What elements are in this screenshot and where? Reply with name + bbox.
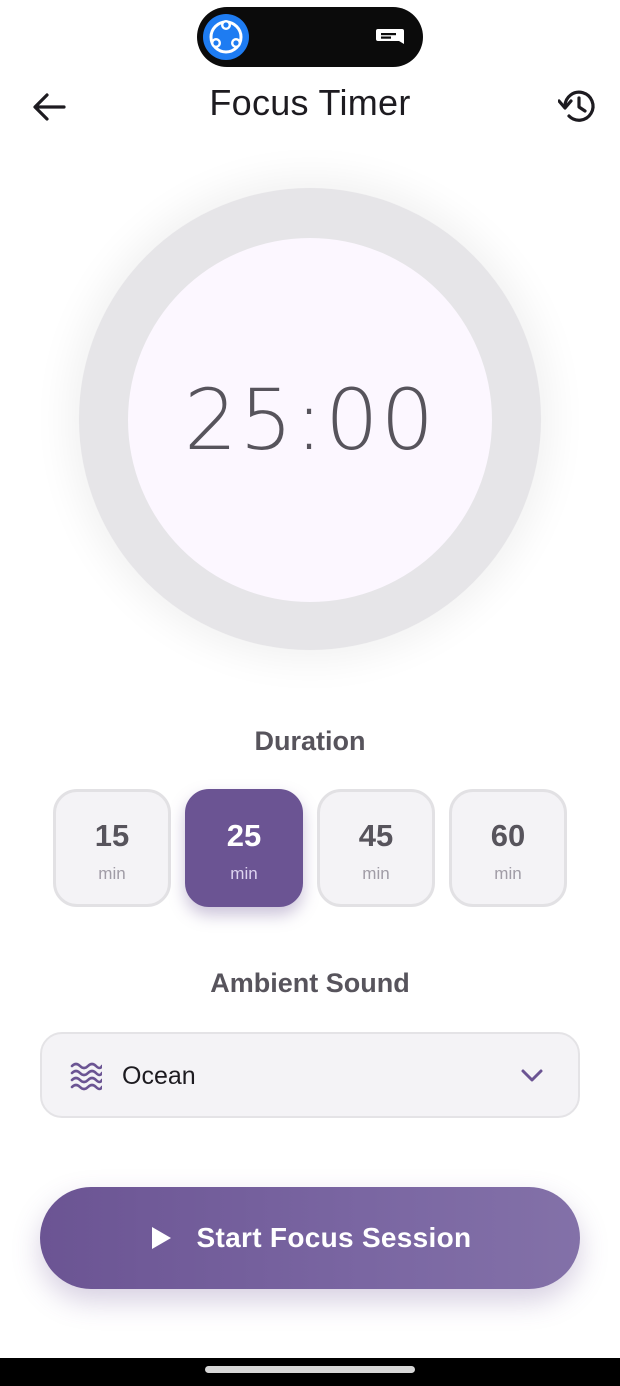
timer-face: 25:00 (128, 238, 492, 602)
chevron-down-icon (521, 1069, 543, 1082)
page-title: Focus Timer (209, 82, 411, 123)
home-gesture-handle[interactable] (205, 1366, 415, 1373)
duration-value: 60 (490, 818, 526, 853)
message-icon (375, 28, 405, 46)
status-island (197, 7, 423, 67)
ambient-sound-value: Ocean (122, 1062, 196, 1090)
focus-timer-screen: Focus Timer 25:00 Duration 15 min 25 min… (0, 0, 620, 1386)
duration-value: 15 (94, 818, 130, 853)
duration-value: 45 (358, 818, 394, 853)
system-navigation-bar (0, 1358, 620, 1386)
duration-unit: min (362, 864, 390, 883)
duration-options: 15 min 25 min 45 min 60 min (53, 789, 568, 907)
app-header: Focus Timer (0, 70, 620, 140)
duration-unit: min (494, 864, 522, 883)
ambient-sound-label: Ambient Sound (210, 968, 410, 998)
play-icon (151, 1227, 171, 1249)
duration-option-25[interactable]: 25 min (185, 789, 303, 907)
start-focus-session-button[interactable]: Start Focus Session (40, 1187, 580, 1289)
duration-unit: min (230, 864, 258, 883)
duration-option-60[interactable]: 60 min (449, 789, 567, 907)
history-button[interactable] (554, 82, 602, 130)
share-app-icon (203, 14, 249, 60)
start-focus-session-label: Start Focus Session (196, 1222, 472, 1253)
duration-option-15[interactable]: 15 min (53, 789, 171, 907)
duration-unit: min (98, 864, 126, 883)
history-icon (558, 90, 595, 122)
timer-display: 25:00 (183, 371, 437, 469)
duration-option-45[interactable]: 45 min (317, 789, 435, 907)
duration-value: 25 (226, 818, 262, 853)
duration-label: Duration (254, 726, 366, 756)
ambient-sound-dropdown[interactable]: Ocean (40, 1032, 580, 1118)
waves-icon (70, 1062, 102, 1091)
